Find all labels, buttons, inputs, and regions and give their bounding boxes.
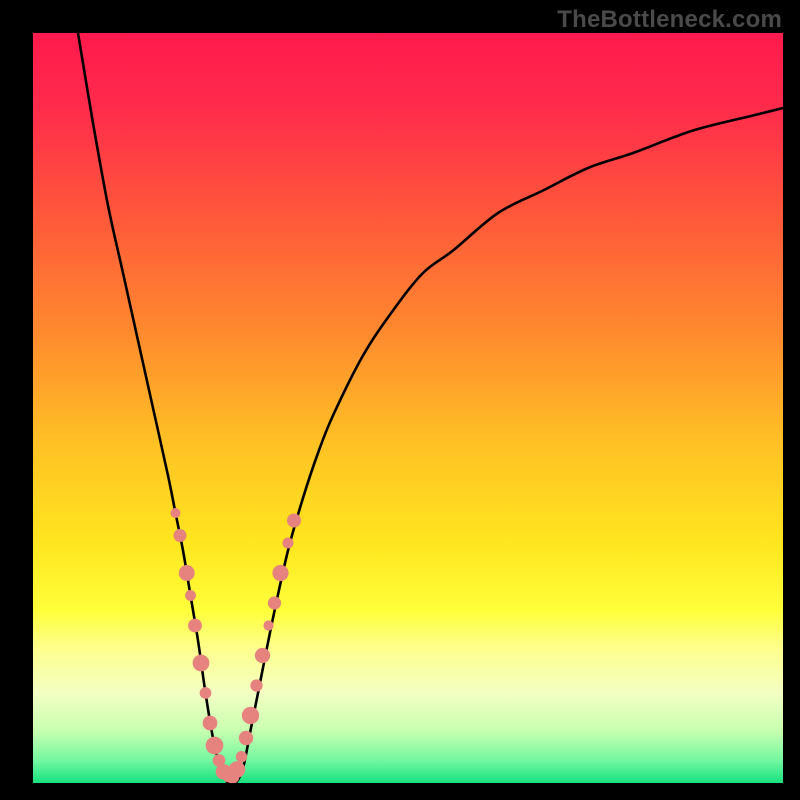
highlight-dot <box>255 648 270 663</box>
chart-frame: TheBottleneck.com <box>0 0 800 800</box>
curve-layer <box>33 33 783 783</box>
highlight-dot <box>171 508 181 518</box>
watermark-text: TheBottleneck.com <box>557 6 782 34</box>
highlight-dot <box>282 537 293 548</box>
highlight-dot <box>242 707 259 724</box>
highlight-dot <box>179 565 195 581</box>
bottleneck-curve <box>78 33 783 783</box>
highlight-dot <box>203 716 218 731</box>
plot-area <box>33 33 783 783</box>
highlight-dot <box>287 513 301 527</box>
highlight-dot <box>272 565 288 581</box>
highlight-dot <box>185 590 196 601</box>
highlight-dot <box>174 529 187 542</box>
highlight-dot <box>188 619 202 633</box>
highlight-dot <box>268 596 281 609</box>
highlight-dot <box>229 761 245 777</box>
highlight-dot <box>236 751 247 762</box>
highlight-dot <box>239 731 253 745</box>
highlight-dot <box>263 620 273 630</box>
highlight-dot <box>200 687 212 699</box>
highlight-dot <box>206 737 224 755</box>
highlight-dot <box>250 679 262 691</box>
highlight-dot <box>193 655 210 672</box>
highlight-dots <box>171 508 302 783</box>
